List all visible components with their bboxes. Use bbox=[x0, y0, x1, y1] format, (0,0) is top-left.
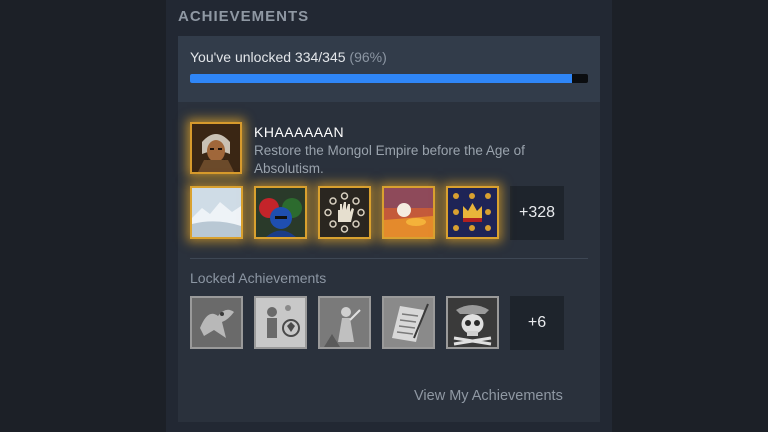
progress-percent: (96%) bbox=[349, 49, 387, 65]
view-my-achievements-link[interactable]: View My Achievements bbox=[414, 388, 563, 404]
soldier-statue-icon[interactable] bbox=[318, 296, 371, 349]
locked-achievements-row: +6 bbox=[190, 296, 564, 350]
progress-bar-fill bbox=[190, 74, 573, 83]
locked-achievements-label: Locked Achievements bbox=[190, 270, 327, 286]
more-unlocked-count[interactable]: +328 bbox=[510, 186, 564, 240]
hooded-figures-icon[interactable] bbox=[254, 186, 307, 239]
skull-crossbones-icon[interactable] bbox=[446, 296, 499, 349]
diplomat-figures-icon[interactable] bbox=[254, 296, 307, 349]
divider bbox=[190, 258, 588, 259]
more-locked-count[interactable]: +6 bbox=[510, 296, 564, 350]
progress-label: You've unlocked 334/345 bbox=[190, 49, 346, 65]
snowy-landscape-icon[interactable] bbox=[190, 186, 243, 239]
document-quill-icon[interactable] bbox=[382, 296, 435, 349]
featured-achievement-title: KHAAAAAAN bbox=[254, 124, 345, 140]
eagle-emblem-icon[interactable] bbox=[190, 296, 243, 349]
unlocked-achievements-row: +328 bbox=[190, 186, 564, 240]
featured-achievement-description: Restore the Mongol Empire before the Age… bbox=[254, 143, 525, 176]
mongol-warrior-portrait-icon[interactable] bbox=[190, 122, 242, 174]
progress-summary: You've unlocked 334/345 (96%) bbox=[178, 36, 600, 102]
hand-circle-icon[interactable] bbox=[318, 186, 371, 239]
sunset-icon[interactable] bbox=[382, 186, 435, 239]
section-title: ACHIEVEMENTS bbox=[178, 8, 310, 25]
achievements-card: KHAAAAAAN Restore the Mongol Empire befo… bbox=[178, 102, 600, 422]
progress-bar bbox=[190, 74, 588, 83]
crowns-pattern-icon[interactable] bbox=[446, 186, 499, 239]
